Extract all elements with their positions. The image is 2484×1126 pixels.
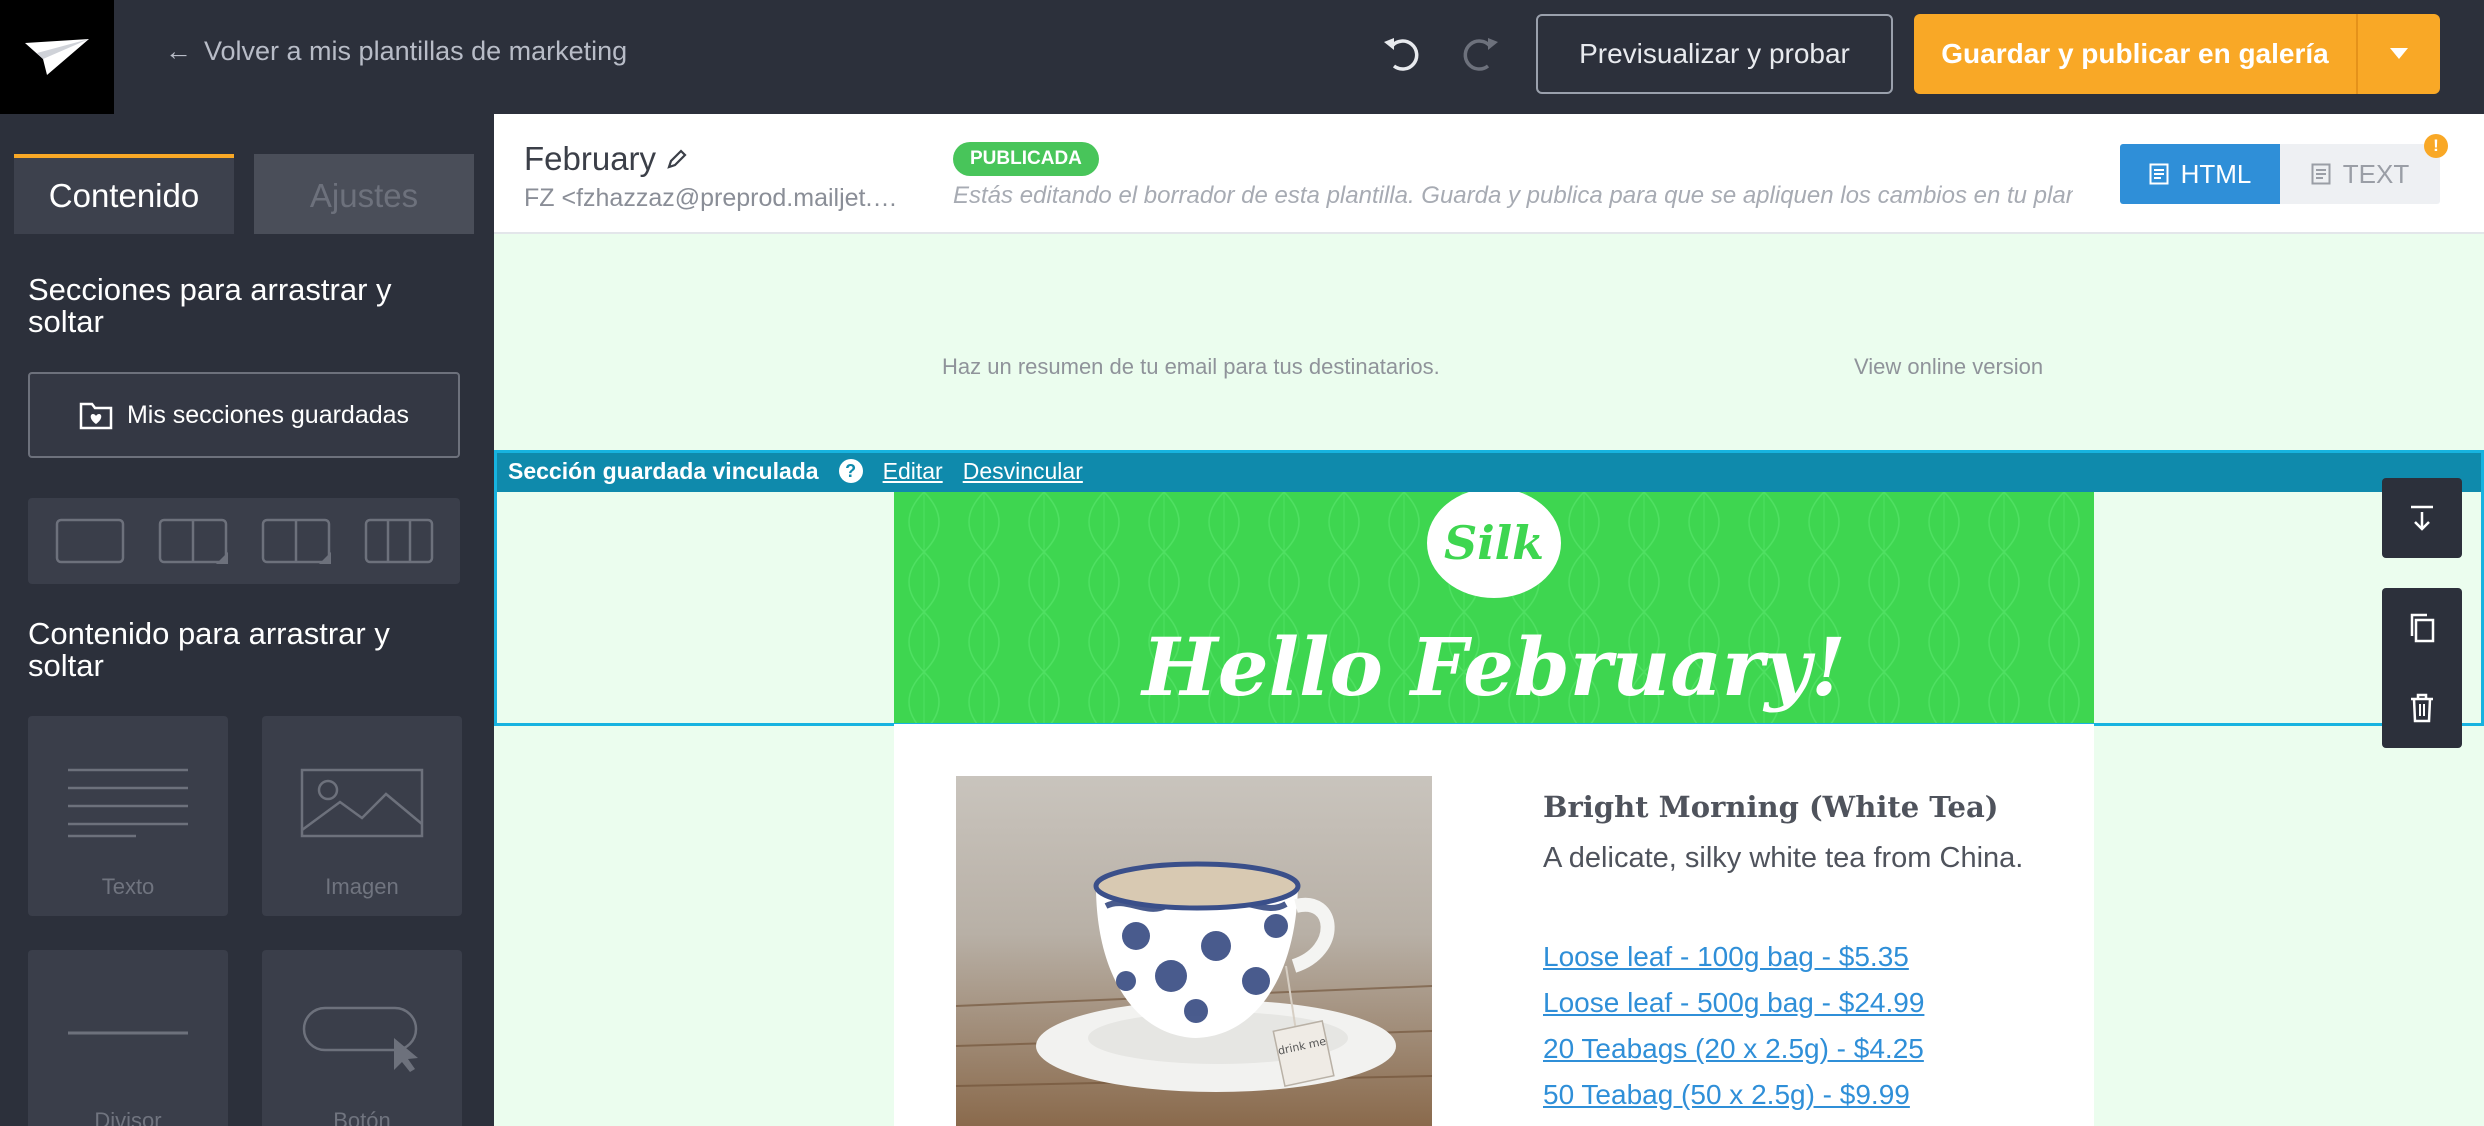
teacup-photo: drink me	[956, 776, 1432, 1126]
button-block-label: Botón	[333, 1108, 391, 1126]
saved-sections-label: Mis secciones guardadas	[126, 400, 410, 429]
image-block-label: Imagen	[325, 874, 399, 899]
redo-icon[interactable]	[1458, 32, 1502, 76]
document-icon	[2149, 163, 2169, 185]
text-block-label: Texto	[101, 874, 155, 899]
html-mode-button[interactable]: HTML	[2120, 144, 2280, 204]
trash-icon	[2411, 693, 2433, 723]
hero-banner[interactable]: Silk Hello February!	[894, 492, 2094, 724]
hero-title: Hello February!	[1142, 620, 1846, 714]
divider-block-label: Divisor	[94, 1108, 162, 1126]
top-bar: ← Volver a mis plantillas de marketing P…	[0, 0, 2484, 114]
tab-contenido[interactable]: Contenido	[14, 154, 234, 234]
status-badge: PUBLICADA	[953, 142, 1099, 176]
text-block-icon	[68, 768, 188, 838]
section-actions-panel	[2382, 588, 2462, 748]
preview-and-test-button[interactable]: Previsualizar y probar	[1536, 14, 1893, 94]
template-name[interactable]: February	[524, 140, 688, 178]
sections-heading: Secciones para arrastrar y soltar	[28, 272, 392, 339]
divider-block-icon	[68, 1031, 188, 1035]
copy-icon	[2410, 613, 2435, 643]
undo-icon[interactable]	[1380, 32, 1424, 76]
two-column-layout-icon[interactable]	[158, 518, 228, 564]
draft-note: Estás editando el borrador de esta plant…	[953, 182, 2073, 209]
one-column-layout-icon[interactable]	[55, 518, 125, 564]
pencil-icon[interactable]	[666, 148, 688, 170]
product-description: A delicate, silky white tea from China.	[1543, 842, 2024, 874]
editor-header: February FZ <fzhazzaz@preprod.mailjet.co…	[494, 114, 2484, 234]
save-section-button[interactable]	[2382, 478, 2462, 558]
two-column-variant-layout-icon[interactable]	[261, 518, 331, 564]
linked-section-title: Sección guardada vinculada	[508, 457, 819, 484]
price-link[interactable]: 20 Teabags (20 x 2.5g) - $4.25	[1543, 1026, 1924, 1072]
divider-block-tile[interactable]: Divisor	[28, 950, 228, 1126]
back-to-templates-link[interactable]: ← Volver a mis plantillas de marketing	[165, 36, 627, 67]
product-title: Bright Morning (White Tea)	[1543, 790, 1999, 824]
folder-heart-icon	[79, 402, 113, 430]
silk-logo: Silk	[1427, 492, 1561, 598]
image-block-icon	[300, 768, 424, 838]
button-block-icon	[302, 1006, 418, 1072]
download-into-icon	[2411, 505, 2433, 531]
document-icon	[2311, 163, 2331, 185]
paper-plane-icon	[25, 39, 89, 75]
sender-address: FZ <fzhazzaz@preprod.mailjet.com>	[524, 184, 904, 212]
price-link[interactable]: Loose leaf - 500g bag - $24.99	[1543, 980, 1924, 1026]
delete-section-button[interactable]	[2382, 668, 2462, 748]
email-canvas: Haz un resumen de tu email para tus dest…	[494, 234, 2484, 1126]
warning-icon[interactable]: !	[2424, 134, 2448, 158]
publish-button-label[interactable]: Guardar y publicar en galería	[1914, 14, 2356, 94]
price-link[interactable]: Loose leaf - 100g bag - $5.35	[1543, 934, 1924, 980]
text-mode-button[interactable]: TEXT	[2280, 144, 2440, 204]
image-block-tile[interactable]: Imagen	[262, 716, 462, 916]
publish-dropdown-toggle[interactable]	[2358, 14, 2440, 94]
back-link-label: Volver a mis plantillas de marketing	[204, 36, 628, 66]
text-block-tile[interactable]: Texto	[28, 716, 228, 916]
duplicate-section-button[interactable]	[2382, 588, 2462, 668]
linked-section-toolbar: Sección guardada vinculada ? Editar Desv…	[494, 450, 2484, 492]
text-mode-label: TEXT	[2342, 158, 2410, 189]
logo[interactable]	[0, 0, 114, 114]
product-image[interactable]: drink me	[956, 776, 1432, 1126]
view-online-link[interactable]: View online version	[1854, 354, 2043, 380]
html-mode-label: HTML	[2180, 158, 2252, 189]
save-and-publish-button[interactable]: Guardar y publicar en galería	[1914, 14, 2440, 94]
tab-ajustes[interactable]: Ajustes	[254, 154, 474, 234]
three-column-layout-icon[interactable]	[364, 518, 434, 564]
content-heading: Contenido para arrastrar y soltar	[28, 616, 390, 683]
arrow-left-icon: ←	[165, 36, 192, 66]
edit-link[interactable]: Editar	[883, 458, 943, 485]
price-link[interactable]: 50 Teabag (50 x 2.5g) - $9.99	[1543, 1072, 1924, 1118]
product-price-links: Loose leaf - 100g bag - $5.35 Loose leaf…	[1543, 934, 1924, 1118]
left-sidebar: Contenido Ajustes Secciones para arrastr…	[0, 114, 494, 1126]
saved-sections-button[interactable]: Mis secciones guardadas	[28, 372, 460, 458]
caret-down-icon	[2390, 48, 2408, 59]
template-name-text: February	[524, 140, 657, 177]
unlink-link[interactable]: Desvincular	[963, 458, 1083, 485]
button-block-tile[interactable]: Botón	[262, 950, 462, 1126]
layout-presets	[28, 498, 460, 584]
product-section[interactable]: drink me Bright Morning (White Tea) A de…	[894, 724, 2094, 1126]
help-icon[interactable]: ?	[838, 459, 863, 483]
preheader-text[interactable]: Haz un resumen de tu email para tus dest…	[942, 354, 1440, 380]
